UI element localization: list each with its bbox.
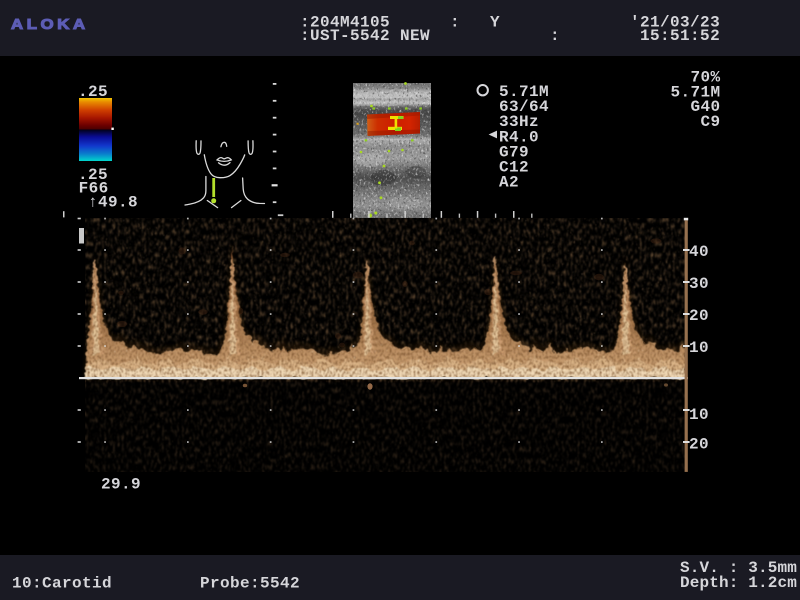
svg-text:30: 30 (689, 275, 709, 293)
svg-text:A2: A2 (499, 174, 519, 192)
svg-text:29.9: 29.9 (101, 476, 141, 494)
svg-text:40: 40 (689, 243, 709, 261)
svg-text::UST-5542 NEW :: :UST-5542 NEW : 15:51:52 (300, 27, 720, 45)
svg-text:Depth: 1.2cm: Depth: 1.2cm (680, 574, 797, 592)
svg-text:↑49.8: ↑49.8 (88, 194, 138, 212)
svg-text:.25: .25 (78, 83, 108, 101)
svg-text:ALOKA: ALOKA (11, 17, 89, 33)
svg-text:C9: C9 (700, 113, 720, 131)
svg-text:10: 10 (689, 339, 709, 357)
svg-text:20: 20 (689, 436, 709, 454)
svg-text:20: 20 (689, 307, 709, 325)
svg-text:Probe:5542: Probe:5542 (200, 575, 300, 593)
svg-text:10:Carotid: 10:Carotid (12, 575, 112, 593)
svg-text:10: 10 (689, 406, 709, 424)
